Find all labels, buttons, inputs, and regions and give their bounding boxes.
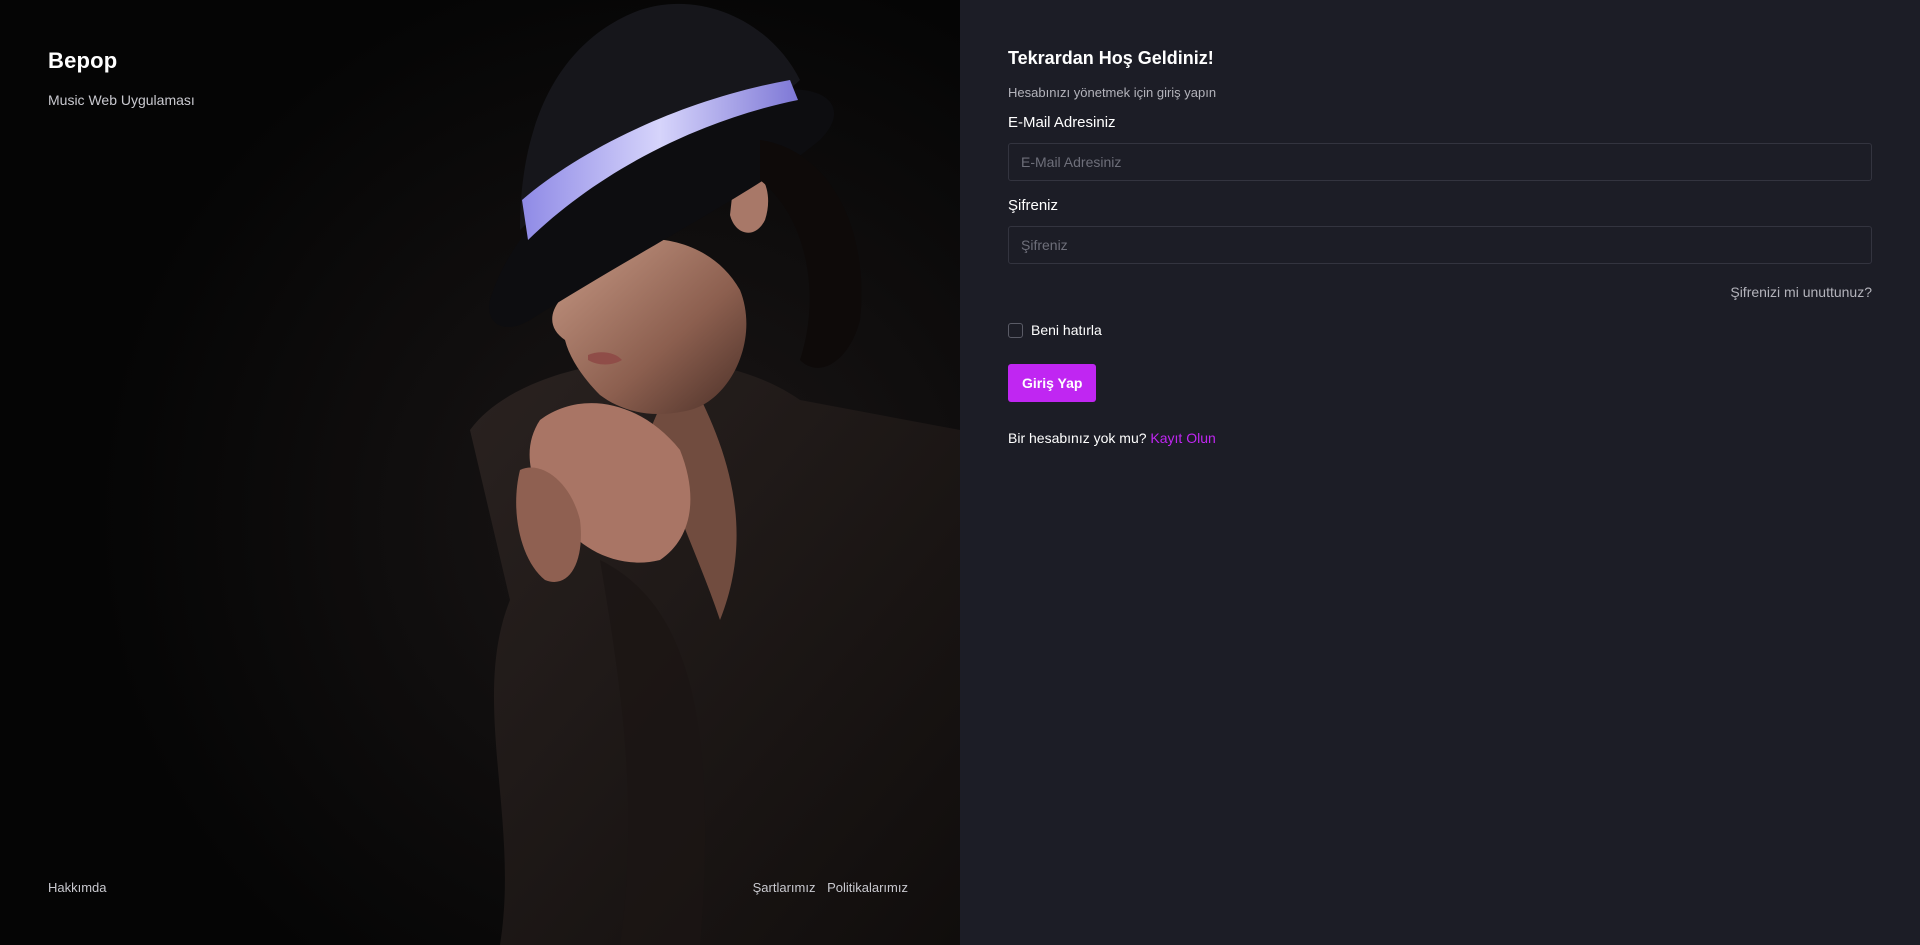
- password-label: Şifreniz: [1008, 197, 1059, 214]
- signup-row: Bir hesabınız yok mu? Kayıt Olun: [1008, 430, 1872, 446]
- email-label: E-Mail Adresiniz: [1008, 114, 1116, 131]
- footer-links: Şartlarımız Politikalarımız: [745, 880, 908, 895]
- remember-row: Beni hatırla: [1008, 322, 1872, 338]
- welcome-subtitle: Hesabınızı yönetmek için giriş yapın: [1008, 85, 1217, 100]
- password-field[interactable]: [1008, 226, 1872, 264]
- login-page: Bepop Music Web Uygulaması Hakkımda Şart…: [0, 0, 1920, 945]
- about-link[interactable]: Hakkımda: [48, 880, 107, 895]
- terms-link[interactable]: Şartlarımız: [753, 880, 816, 895]
- brand-subtitle: Music Web Uygulaması: [48, 92, 195, 108]
- left-footer: Hakkımda Şartlarımız Politikalarımız: [48, 880, 908, 895]
- policies-link[interactable]: Politikalarımız: [827, 880, 908, 895]
- login-form: Tekrardan Hoş Geldiniz! Hesabınızı yönet…: [1008, 48, 1872, 446]
- brand-title: Bepop: [48, 48, 118, 73]
- email-field[interactable]: [1008, 143, 1872, 181]
- brand: Bepop Music Web Uygulaması: [48, 48, 195, 108]
- hero-panel: Bepop Music Web Uygulaması Hakkımda Şart…: [0, 0, 960, 945]
- signup-link[interactable]: Kayıt Olun: [1150, 430, 1215, 446]
- login-panel: Tekrardan Hoş Geldiniz! Hesabınızı yönet…: [960, 0, 1920, 945]
- welcome-title: Tekrardan Hoş Geldiniz!: [1008, 48, 1214, 68]
- forgot-row: Şifrenizi mi unuttunuz?: [1008, 284, 1872, 300]
- remember-label[interactable]: Beni hatırla: [1031, 322, 1102, 338]
- login-button[interactable]: Giriş Yap: [1008, 364, 1097, 402]
- forgot-password-link[interactable]: Şifrenizi mi unuttunuz?: [1730, 284, 1872, 300]
- remember-checkbox[interactable]: [1008, 322, 1023, 338]
- no-account-text: Bir hesabınız yok mu?: [1008, 430, 1147, 446]
- hero-photo: [0, 0, 960, 945]
